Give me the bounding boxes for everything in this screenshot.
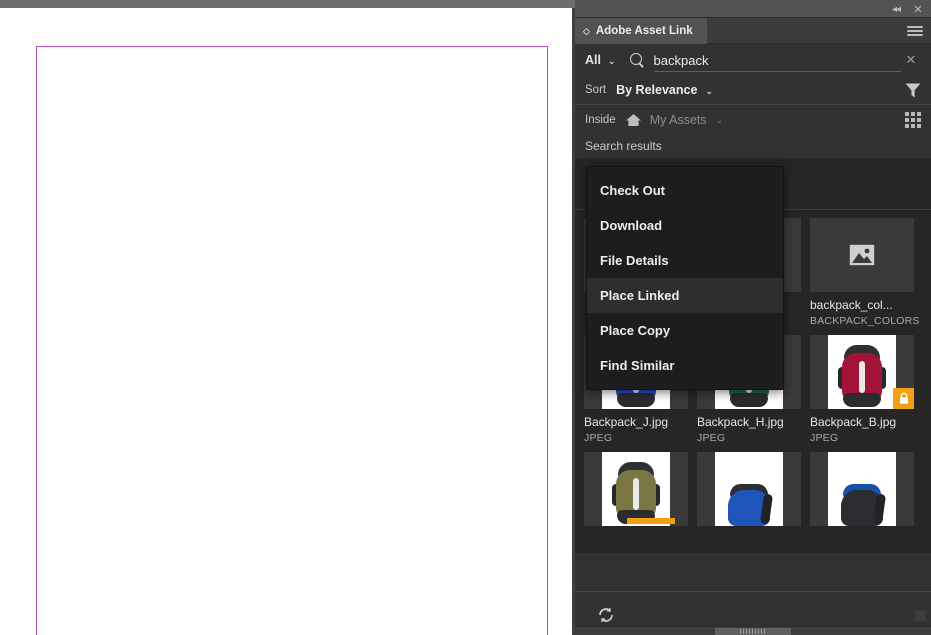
asset-name: backpack_col... bbox=[810, 298, 893, 312]
search-row: All ⌄ ✕ bbox=[575, 44, 931, 76]
sort-label: Sort bbox=[585, 84, 607, 96]
search-scope-label: All bbox=[585, 53, 601, 67]
home-icon[interactable] bbox=[625, 113, 642, 127]
search-input-wrap bbox=[653, 49, 901, 72]
panel-tabbar: ◇ Adobe Asset Link bbox=[575, 18, 931, 44]
sort-value-label: By Relevance bbox=[616, 83, 698, 97]
panel-footer bbox=[575, 591, 931, 635]
document-canvas[interactable] bbox=[0, 0, 575, 635]
search-underline bbox=[653, 71, 901, 72]
tab-adobe-asset-link[interactable]: ◇ Adobe Asset Link bbox=[575, 18, 707, 44]
backpack-illustration bbox=[834, 341, 890, 409]
sort-dropdown[interactable]: By Relevance ⌄ bbox=[616, 83, 713, 97]
asset-thumbnail[interactable] bbox=[584, 452, 688, 526]
backpack-illustration bbox=[718, 482, 780, 526]
menu-item-download[interactable]: Download bbox=[587, 208, 783, 243]
search-icon[interactable] bbox=[629, 52, 645, 68]
search-input[interactable] bbox=[653, 52, 901, 68]
chevron-down-icon: ⌄ bbox=[705, 85, 713, 96]
grid-view-icon[interactable] bbox=[904, 111, 922, 129]
asset-type: JPEG bbox=[810, 432, 839, 444]
app-root: ◂◂ ✕ ◇ Adobe Asset Link All ⌄ backpack ✕… bbox=[0, 0, 931, 635]
search-scope-dropdown[interactable]: All ⌄ bbox=[585, 53, 618, 67]
scrollbar-thumb[interactable] bbox=[715, 628, 791, 635]
menu-line bbox=[907, 30, 923, 32]
search-results-header: Search results bbox=[575, 134, 931, 158]
backpack-illustration bbox=[831, 482, 893, 526]
grid-dot bbox=[911, 112, 915, 116]
location-value-label: My Assets bbox=[649, 112, 707, 127]
asset-card[interactable] bbox=[697, 452, 801, 535]
location-row: Inside My Assets ⌄ bbox=[575, 105, 931, 134]
asset-type: JPEG bbox=[584, 432, 613, 444]
resize-grip[interactable] bbox=[915, 610, 926, 621]
asset-card[interactable]: backpack_col... BACKPACK_COLORS bbox=[810, 218, 920, 327]
horizontal-scrollbar[interactable] bbox=[575, 626, 931, 635]
asset-image bbox=[828, 335, 896, 409]
grid-dot bbox=[905, 112, 909, 116]
asset-card[interactable] bbox=[584, 452, 688, 535]
asset-thumbnail[interactable] bbox=[810, 452, 914, 526]
asset-type: BACKPACK_COLORS bbox=[810, 315, 920, 327]
canvas-top-strip bbox=[0, 0, 575, 8]
asset-thumbnail[interactable] bbox=[697, 452, 801, 526]
asset-name: Backpack_J.jpg bbox=[584, 415, 669, 429]
grid-dot bbox=[905, 118, 909, 122]
sort-row: Sort By Relevance ⌄ bbox=[575, 76, 931, 105]
grid-dot bbox=[917, 112, 921, 116]
tab-label: Adobe Asset Link bbox=[595, 25, 693, 37]
backpack-illustration bbox=[608, 458, 664, 526]
menu-line bbox=[907, 34, 923, 36]
grid-dot bbox=[905, 124, 909, 128]
asset-image bbox=[828, 452, 896, 526]
asset-type: JPEG bbox=[697, 432, 726, 444]
chevron-down-icon: ⌄ bbox=[715, 115, 724, 125]
asset-image bbox=[602, 452, 670, 526]
upload-progress-bar bbox=[627, 518, 675, 524]
grid-dot bbox=[917, 118, 921, 122]
inside-label: Inside bbox=[585, 113, 616, 126]
asset-thumbnail[interactable] bbox=[810, 218, 914, 292]
collapse-panel-icon[interactable]: ◂◂ bbox=[887, 0, 905, 18]
refresh-icon[interactable] bbox=[597, 606, 615, 624]
hamburger-menu-icon[interactable] bbox=[907, 23, 923, 39]
adobe-asset-link-panel: ◂◂ ✕ ◇ Adobe Asset Link All ⌄ backpack ✕… bbox=[575, 0, 931, 635]
menu-item-check-out[interactable]: Check Out bbox=[587, 173, 783, 208]
image-placeholder-icon bbox=[849, 244, 875, 266]
menu-item-file-details[interactable]: File Details bbox=[587, 243, 783, 278]
search-results-label: Search results bbox=[585, 139, 662, 153]
close-icon[interactable]: ✕ bbox=[909, 0, 927, 18]
document-page[interactable] bbox=[0, 8, 572, 635]
grid-dot bbox=[917, 124, 921, 128]
asset-context-menu[interactable]: Check Out Download File Details Place Li… bbox=[586, 166, 784, 390]
locked-badge bbox=[893, 388, 914, 409]
filter-funnel-icon[interactable] bbox=[905, 83, 921, 98]
page-margin-frame bbox=[36, 46, 548, 635]
menu-item-find-similar[interactable]: Find Similar bbox=[587, 348, 783, 383]
chevron-down-icon: ⌄ bbox=[607, 55, 616, 66]
panel-titlebar: ◂◂ ✕ bbox=[575, 0, 931, 18]
menu-item-place-copy[interactable]: Place Copy bbox=[587, 313, 783, 348]
asset-name: Backpack_B.jpg bbox=[810, 415, 897, 429]
dock-diamond-icon: ◇ bbox=[583, 25, 590, 36]
menu-line bbox=[907, 26, 923, 28]
asset-thumbnail[interactable] bbox=[810, 335, 914, 409]
asset-image bbox=[715, 452, 783, 526]
clear-search-icon[interactable]: ✕ bbox=[901, 52, 921, 68]
grid-dot bbox=[911, 124, 915, 128]
location-dropdown[interactable]: My Assets ⌄ bbox=[650, 113, 724, 127]
asset-card[interactable]: Backpack_B.jpg JPEG bbox=[810, 335, 914, 444]
asset-name: Backpack_H.jpg bbox=[697, 415, 784, 429]
grid-dot bbox=[911, 118, 915, 122]
asset-card[interactable] bbox=[810, 452, 914, 535]
menu-item-place-linked[interactable]: Place Linked bbox=[587, 278, 783, 313]
